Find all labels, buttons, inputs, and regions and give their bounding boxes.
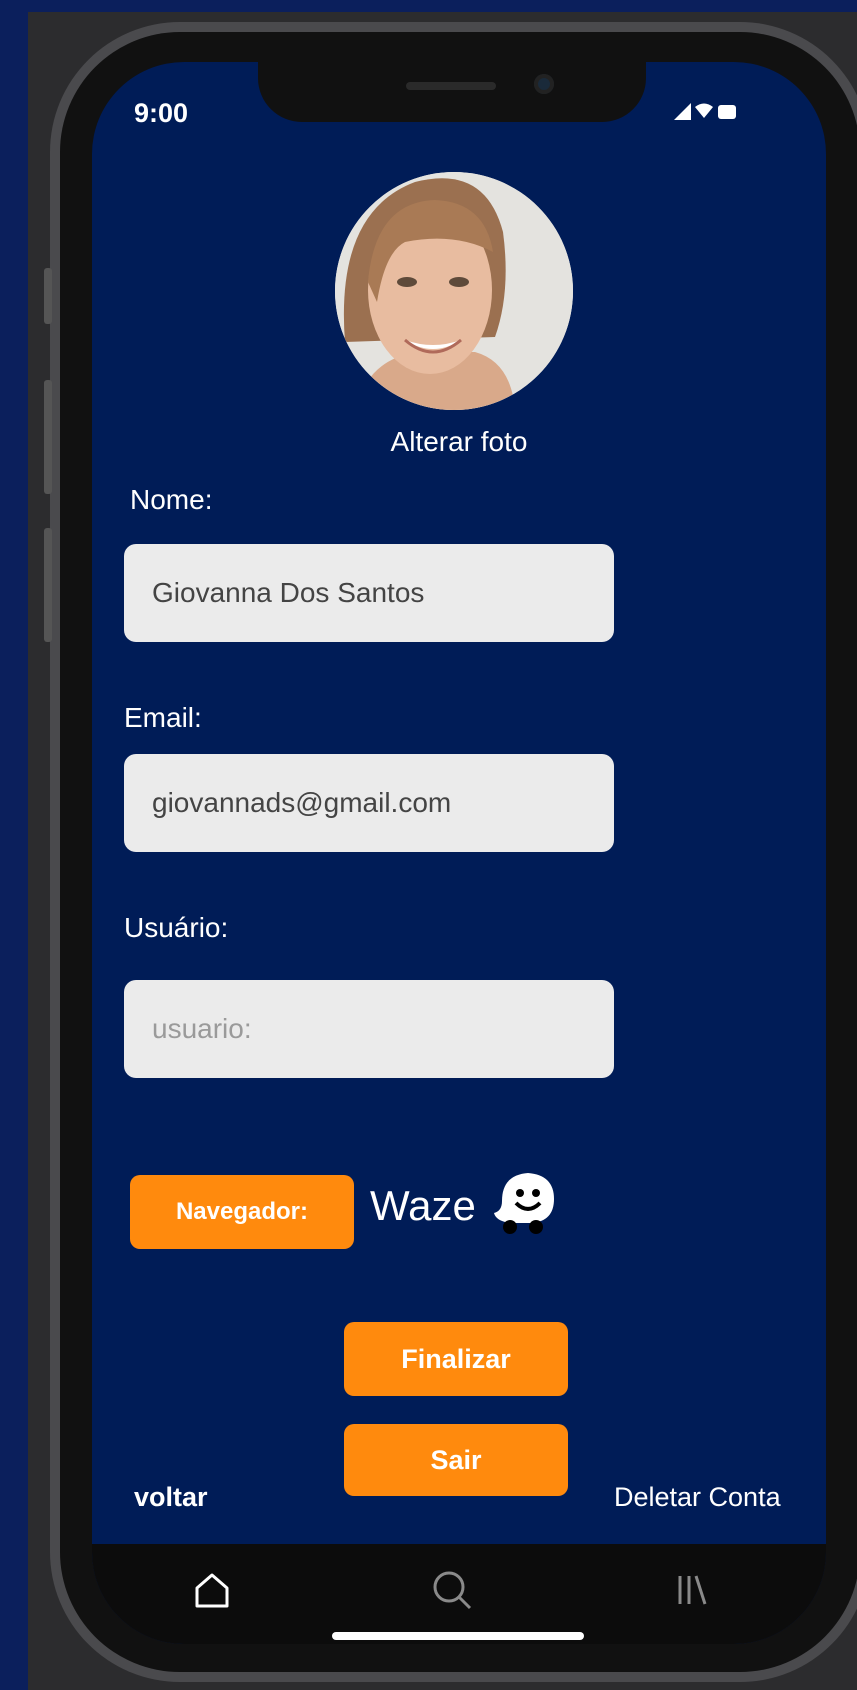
delete-account-link[interactable]: Deletar Conta xyxy=(614,1482,781,1513)
battery-icon xyxy=(718,105,736,119)
status-time: 9:00 xyxy=(134,98,189,128)
name-input[interactable] xyxy=(124,544,614,642)
tab-search[interactable] xyxy=(412,1560,492,1620)
profile-photo-avatar[interactable] xyxy=(335,172,573,410)
cellular-signal-icon xyxy=(674,103,691,120)
user-input[interactable] xyxy=(124,980,614,1078)
navigator-value: Waze xyxy=(370,1182,476,1229)
user-label: Usuário: xyxy=(124,912,229,943)
home-indicator[interactable] xyxy=(332,1632,584,1640)
search-icon xyxy=(433,1571,472,1610)
email-input[interactable] xyxy=(124,754,614,852)
finalize-button[interactable]: Finalizar xyxy=(344,1322,568,1396)
tab-library[interactable] xyxy=(652,1560,732,1620)
tab-home[interactable] xyxy=(172,1560,252,1620)
volume-down-button xyxy=(44,528,52,642)
volume-up-button xyxy=(44,380,52,494)
waze-icon xyxy=(492,1167,558,1242)
status-icons xyxy=(674,100,736,129)
phone-screen: 9:00 Alterar foto Nome: Giovanna Dos San… xyxy=(92,62,826,1644)
wifi-icon xyxy=(695,103,713,118)
notch xyxy=(258,62,646,122)
back-link[interactable]: voltar xyxy=(134,1482,208,1513)
mute-switch xyxy=(44,268,52,324)
email-label: Email: xyxy=(124,702,202,733)
speaker xyxy=(406,82,496,90)
page-top-band xyxy=(0,0,857,12)
front-camera xyxy=(534,74,554,94)
library-icon xyxy=(678,1575,707,1605)
tab-bar xyxy=(92,1544,826,1644)
change-photo-link[interactable]: Alterar foto xyxy=(92,426,826,458)
navigator-button[interactable]: Navegador: xyxy=(130,1175,354,1249)
name-label: Nome: xyxy=(130,484,213,515)
exit-button[interactable]: Sair xyxy=(344,1424,568,1496)
home-icon xyxy=(195,1573,229,1608)
